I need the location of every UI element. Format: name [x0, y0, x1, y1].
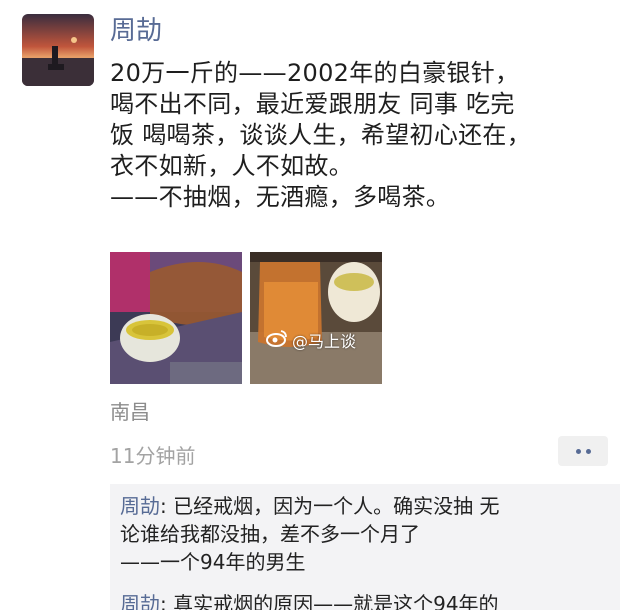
comment-separator: : — [160, 494, 174, 518]
comment-section: 周劼: 已经戒烟，因为一个人。确实没抽 无 论谁给我都没抽，差不多一个月了 ——… — [110, 484, 620, 610]
more-button[interactable] — [558, 436, 608, 466]
comment-item[interactable]: 周劼: 已经戒烟，因为一个人。确实没抽 无 论谁给我都没抽，差不多一个月了 ——… — [120, 492, 612, 576]
avatar[interactable] — [22, 14, 94, 86]
post-text: 20万一斤的——2002年的白豪银针， 喝不出不同，最近爱跟朋友 同事 吃完 饭… — [110, 59, 532, 211]
post-location[interactable]: 南昌 — [110, 396, 150, 425]
more-dots-icon-dot — [585, 448, 591, 454]
comment-author[interactable]: 周劼 — [120, 592, 160, 610]
more-dots-icon — [575, 448, 581, 454]
comment-text: 已经戒烟，因为一个人。确实没抽 无 论谁给我都没抽，差不多一个月了 ——一个94… — [120, 494, 500, 574]
watermark-text: @马上谈 — [292, 332, 357, 351]
post-author-name[interactable]: 周劼 — [110, 14, 162, 48]
comment-author[interactable]: 周劼 — [120, 494, 160, 518]
post-photo-2[interactable] — [250, 252, 382, 384]
post-photo-1[interactable] — [110, 252, 242, 384]
comment-separator: : — [160, 592, 174, 610]
comment-text: 真实戒烟的原因——就是这个94年的 — [173, 592, 499, 610]
weibo-icon — [266, 329, 288, 351]
post-watermark: @马上谈 — [266, 328, 356, 352]
comment-item[interactable]: 周劼: 真实戒烟的原因——就是这个94年的 — [120, 590, 612, 610]
post-time: 11分钟前 — [110, 444, 196, 468]
